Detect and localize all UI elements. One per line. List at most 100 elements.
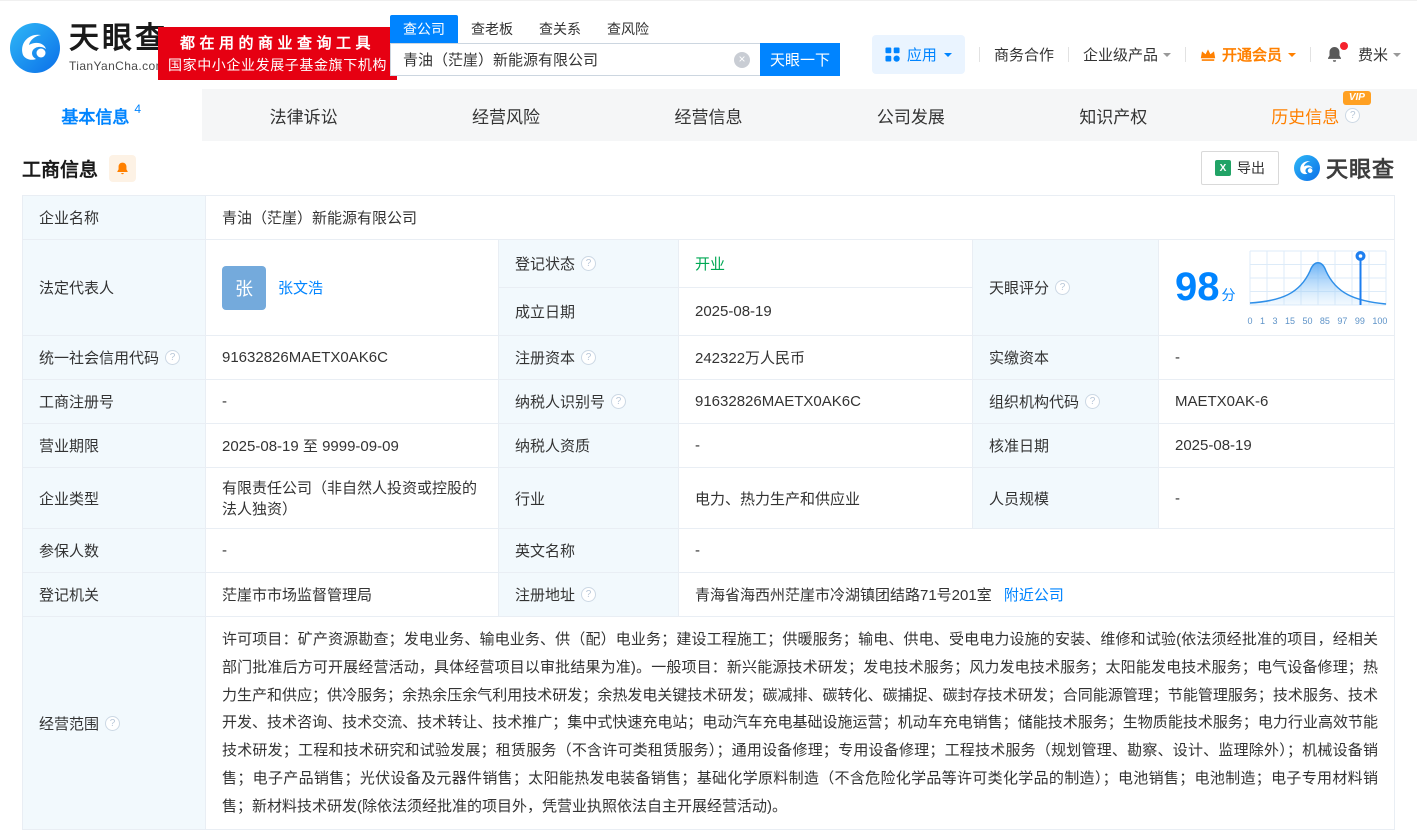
divider bbox=[979, 47, 980, 62]
notification-bell-icon[interactable] bbox=[1325, 45, 1344, 64]
tab-label: 经营风险 bbox=[472, 103, 540, 128]
field-label-reg-authority: 登记机关 bbox=[23, 573, 206, 617]
tab-legal-proceedings[interactable]: 法律诉讼 bbox=[202, 89, 404, 141]
search-input[interactable] bbox=[401, 50, 734, 69]
notification-dot bbox=[1340, 42, 1348, 50]
field-label-establish-date: 成立日期 bbox=[499, 288, 679, 336]
company-type-value: 有限责任公司（非自然人投资或控股的法人独资） bbox=[206, 468, 499, 529]
reg-status-value: 开业 bbox=[679, 240, 973, 288]
status-badge: 开业 bbox=[695, 256, 725, 273]
reg-number-value: - bbox=[206, 380, 499, 424]
field-label-staff-size: 人员规模 bbox=[973, 468, 1159, 529]
search-tab-risk[interactable]: 查风险 bbox=[594, 15, 662, 43]
nav-enterprise-label: 企业级产品 bbox=[1083, 44, 1158, 65]
legal-rep-link[interactable]: 张文浩 bbox=[278, 277, 323, 298]
brand-name: 天眼查 bbox=[69, 24, 168, 54]
nav-vip[interactable]: 开通会员 bbox=[1200, 44, 1296, 65]
company-tabs: 基本信息 4 法律诉讼 经营风险 经营信息 公司发展 知识产权 VIP 历史信息 bbox=[0, 89, 1417, 141]
field-label-taxpayer-id: 纳税人识别号 bbox=[499, 380, 679, 424]
tab-label: 基本信息 bbox=[61, 103, 129, 128]
help-icon[interactable] bbox=[581, 256, 596, 271]
tianyancha-watermark: 天眼查 bbox=[1294, 152, 1395, 184]
reg-authority-value: 茫崖市市场监督管理局 bbox=[206, 573, 499, 617]
divider bbox=[1310, 47, 1311, 62]
tab-label: 公司发展 bbox=[877, 103, 945, 128]
tab-history-info[interactable]: VIP 历史信息 bbox=[1215, 89, 1417, 141]
search-tabs: 查公司 查老板 查关系 查风险 bbox=[390, 15, 840, 43]
field-label-reg-address: 注册地址 bbox=[499, 573, 679, 617]
logo[interactable]: 天眼查 TianYanCha.com bbox=[10, 23, 168, 73]
divider bbox=[1068, 47, 1069, 62]
staff-size-value: - bbox=[1159, 468, 1395, 529]
help-icon[interactable] bbox=[1345, 108, 1360, 123]
tab-operation-risk[interactable]: 经营风险 bbox=[405, 89, 607, 141]
avatar[interactable]: 张 bbox=[222, 266, 266, 310]
field-label-reg-status: 登记状态 bbox=[499, 240, 679, 288]
tianyancha-logo-icon bbox=[10, 23, 60, 73]
section-title: 工商信息 bbox=[22, 155, 98, 182]
english-name-value: - bbox=[679, 529, 1395, 573]
score-axis-ticks: 0131550859799100 bbox=[1248, 316, 1388, 326]
legal-rep-cell: 张 张文浩 bbox=[206, 240, 499, 336]
help-icon[interactable] bbox=[1055, 280, 1070, 295]
score-widget[interactable]: 98分 bbox=[1175, 249, 1378, 326]
search-button[interactable]: 天眼一下 bbox=[760, 43, 840, 76]
tab-label: 法律诉讼 bbox=[270, 103, 338, 128]
field-label-taxpayer-quality: 纳税人资质 bbox=[499, 424, 679, 468]
field-label-english-name: 英文名称 bbox=[499, 529, 679, 573]
nav-vip-label: 开通会员 bbox=[1222, 44, 1282, 65]
field-label-org-code: 组织机构代码 bbox=[973, 380, 1159, 424]
apps-grid-icon bbox=[885, 47, 900, 62]
credit-code-value: 91632826MAETX0AK6C bbox=[206, 336, 499, 380]
crown-icon bbox=[1200, 48, 1216, 62]
help-icon[interactable] bbox=[581, 350, 596, 365]
tab-intellectual-property[interactable]: 知识产权 bbox=[1012, 89, 1214, 141]
search-tab-relation[interactable]: 查关系 bbox=[526, 15, 594, 43]
nav-username[interactable]: 费米 bbox=[1358, 44, 1401, 65]
tab-basic-info[interactable]: 基本信息 4 bbox=[0, 89, 202, 141]
slogan-banner: 都在用的商业查询工具 国家中小企业发展子基金旗下机构 bbox=[158, 27, 397, 80]
field-label-approve-date: 核准日期 bbox=[973, 424, 1159, 468]
chevron-down-icon bbox=[1288, 53, 1296, 61]
tab-label: 经营信息 bbox=[674, 103, 742, 128]
help-icon[interactable] bbox=[611, 394, 626, 409]
tab-company-development[interactable]: 公司发展 bbox=[810, 89, 1012, 141]
field-label-business-term: 营业期限 bbox=[23, 424, 206, 468]
search-tab-boss[interactable]: 查老板 bbox=[458, 15, 526, 43]
search-tab-company[interactable]: 查公司 bbox=[390, 15, 458, 43]
field-label-insured-count: 参保人数 bbox=[23, 529, 206, 573]
field-label-company-name: 企业名称 bbox=[23, 196, 206, 240]
score-cell: 98分 bbox=[1159, 240, 1395, 336]
tianyancha-logo-icon bbox=[1294, 155, 1320, 181]
header: 天眼查 TianYanCha.com 都在用的商业查询工具 国家中小企业发展子基… bbox=[0, 1, 1417, 89]
top-nav: 应用 商务合作 企业级产品 开通会员 bbox=[872, 35, 1401, 74]
tab-operation-info[interactable]: 经营信息 bbox=[607, 89, 809, 141]
reg-address-value: 青海省海西州茫崖市冷湖镇团结路71号201室 附近公司 bbox=[679, 573, 1395, 617]
help-icon[interactable] bbox=[165, 350, 180, 365]
insured-count-value: - bbox=[206, 529, 499, 573]
nav-enterprise[interactable]: 企业级产品 bbox=[1083, 44, 1171, 65]
org-code-value: MAETX0AK-6 bbox=[1159, 380, 1395, 424]
section-head: 工商信息 导出 天眼查 bbox=[0, 141, 1417, 195]
tab-count: 4 bbox=[134, 102, 141, 116]
chevron-down-icon bbox=[1393, 53, 1401, 61]
search-area: 查公司 查老板 查关系 查风险 天眼一下 bbox=[390, 15, 840, 76]
nav-cooperation[interactable]: 商务合作 bbox=[994, 44, 1054, 65]
field-label-industry: 行业 bbox=[499, 468, 679, 529]
establish-date-value: 2025-08-19 bbox=[679, 288, 973, 336]
excel-icon bbox=[1215, 160, 1231, 176]
field-label-business-scope: 经营范围 bbox=[23, 617, 206, 830]
field-label-company-type: 企业类型 bbox=[23, 468, 206, 529]
help-icon[interactable] bbox=[1085, 394, 1100, 409]
clear-search-icon[interactable] bbox=[734, 52, 750, 68]
subscribe-bell-icon[interactable] bbox=[109, 155, 136, 182]
search-box bbox=[390, 43, 760, 76]
help-icon[interactable] bbox=[581, 587, 596, 602]
help-icon[interactable] bbox=[105, 716, 120, 731]
company-name-value: 青油（茫崖）新能源有限公司 bbox=[206, 196, 1395, 240]
nearby-companies-link[interactable]: 附近公司 bbox=[1004, 587, 1064, 604]
nav-cooperation-label: 商务合作 bbox=[994, 44, 1054, 65]
nav-apps[interactable]: 应用 bbox=[872, 35, 965, 74]
chevron-down-icon bbox=[1163, 53, 1171, 61]
export-button[interactable]: 导出 bbox=[1201, 151, 1279, 185]
